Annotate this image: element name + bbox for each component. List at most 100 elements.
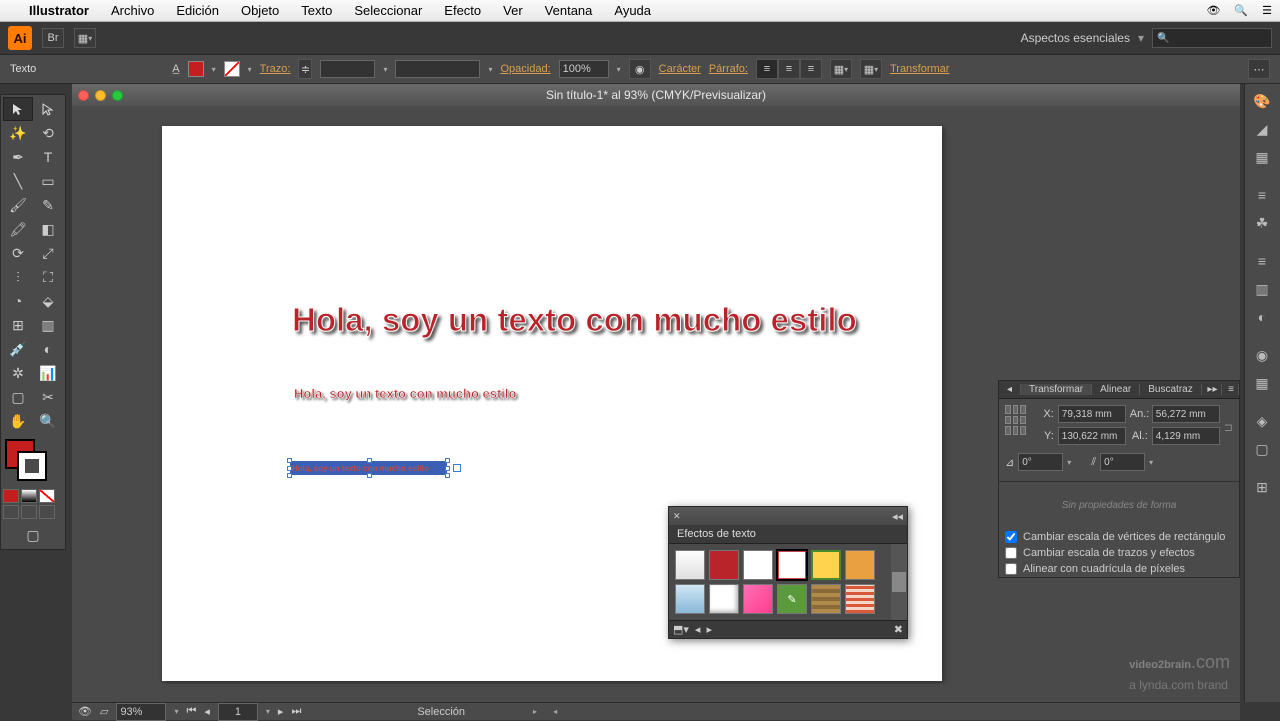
- stroke-panel-icon[interactable]: ≡: [1247, 248, 1277, 274]
- color-panel-icon[interactable]: 🎨: [1247, 88, 1277, 114]
- shape-builder-tool[interactable]: ◔: [3, 289, 33, 313]
- next-artboard-icon[interactable]: ▸: [278, 705, 284, 718]
- styled-text-medium[interactable]: Hola, soy un texto con mucho estilo: [294, 386, 516, 401]
- fill-dropdown-icon[interactable]: ▾: [212, 65, 216, 74]
- shear-input[interactable]: [1100, 453, 1145, 471]
- stroke-weight-input[interactable]: [320, 60, 375, 78]
- opacity-link[interactable]: Opacidad:: [500, 63, 550, 75]
- transform-each-button[interactable]: ▦▾: [860, 59, 882, 79]
- height-input[interactable]: [1152, 427, 1220, 445]
- gradient-panel-icon[interactable]: ▥: [1247, 276, 1277, 302]
- selection-handle[interactable]: [445, 458, 450, 463]
- align-left-button[interactable]: ≡: [756, 59, 778, 79]
- prev-artboard-icon[interactable]: ◂: [204, 705, 210, 718]
- char-styles-icon[interactable]: A̲: [172, 63, 179, 75]
- style-swatch[interactable]: [675, 550, 705, 580]
- tab-arrow-icon[interactable]: ◂: [999, 384, 1021, 395]
- align-to-button[interactable]: ▦▾: [830, 59, 852, 79]
- style-swatch[interactable]: [811, 550, 841, 580]
- paintbrush-tool[interactable]: 🖌: [3, 193, 33, 217]
- rotate-tool[interactable]: ⟳: [3, 241, 33, 265]
- zoom-input[interactable]: [116, 703, 166, 721]
- eyedropper-tool[interactable]: 💉: [3, 337, 33, 361]
- color-mode-button[interactable]: [3, 489, 19, 503]
- close-window-button[interactable]: [78, 90, 89, 101]
- align-right-button[interactable]: ≡: [800, 59, 822, 79]
- none-mode-button[interactable]: [39, 489, 55, 503]
- x-input[interactable]: [1058, 405, 1126, 423]
- style-swatch[interactable]: ✎: [777, 584, 807, 614]
- draw-inside-button[interactable]: [39, 505, 55, 519]
- arrange-docs-button[interactable]: ▦▾: [74, 28, 96, 48]
- layers-panel-icon[interactable]: ◈: [1247, 408, 1277, 434]
- scroll-left-icon[interactable]: ◂: [553, 707, 557, 716]
- pen-tool[interactable]: ✒: [3, 145, 33, 169]
- workspace-label[interactable]: Aspectos esenciales: [1021, 31, 1130, 45]
- zoom-tool[interactable]: 🔍: [33, 409, 63, 433]
- stroke-weight-stepper[interactable]: ≑: [298, 59, 312, 79]
- menu-app[interactable]: Illustrator: [18, 3, 100, 18]
- width-input[interactable]: [1152, 405, 1220, 423]
- selection-handle[interactable]: [287, 466, 292, 471]
- appearance-panel-icon[interactable]: ◉: [1247, 342, 1277, 368]
- width-tool[interactable]: ⫶: [3, 265, 33, 289]
- fill-swatch[interactable]: [188, 61, 204, 77]
- graph-tool[interactable]: 📊: [33, 361, 63, 385]
- menu-ventana[interactable]: Ventana: [534, 3, 604, 18]
- artboards-panel-icon[interactable]: ▢: [1247, 436, 1277, 462]
- symbols-panel-icon[interactable]: ☘: [1247, 210, 1277, 236]
- last-artboard-icon[interactable]: ⏭: [291, 705, 301, 718]
- panel-collapse-icon[interactable]: ◂◂: [892, 510, 903, 523]
- stroke-swatch[interactable]: [224, 61, 240, 77]
- selection-handle[interactable]: [287, 473, 292, 478]
- rectangle-tool[interactable]: ▭: [33, 169, 63, 193]
- hand-tool[interactable]: ✋: [3, 409, 33, 433]
- selected-text-object[interactable]: Hola, soy un texto con mucho estilo: [290, 461, 447, 475]
- panel-menu-button[interactable]: ⋯: [1248, 59, 1270, 79]
- panel-close-icon[interactable]: ✕: [673, 511, 681, 522]
- scale-tool[interactable]: ⤢: [33, 241, 63, 265]
- opacity-input[interactable]: [559, 60, 609, 78]
- swatches-panel-icon[interactable]: ▦: [1247, 144, 1277, 170]
- library-menu-icon[interactable]: ⬒▾: [673, 623, 689, 636]
- search-input[interactable]: 🔍: [1152, 28, 1272, 48]
- y-input[interactable]: [1058, 427, 1126, 445]
- style-swatch[interactable]: [743, 584, 773, 614]
- caracter-link[interactable]: Carácter: [659, 63, 701, 75]
- menu-seleccionar[interactable]: Seleccionar: [343, 3, 433, 18]
- menu-archivo[interactable]: Archivo: [100, 3, 165, 18]
- minimize-window-button[interactable]: [95, 90, 106, 101]
- transparency-panel-icon[interactable]: ◐: [1247, 304, 1277, 330]
- pixel-align-checkbox[interactable]: [1005, 563, 1017, 575]
- transformar-link[interactable]: Transformar: [890, 63, 950, 75]
- panel-scrollbar[interactable]: [891, 544, 907, 620]
- mesh-tool[interactable]: ⊞: [3, 313, 33, 337]
- rotate-input[interactable]: [1018, 453, 1063, 471]
- gpu-icon[interactable]: 👁: [78, 705, 92, 718]
- transform-panel-icon[interactable]: ⊞: [1247, 474, 1277, 500]
- artboard-tool[interactable]: ▢: [3, 385, 33, 409]
- draw-behind-button[interactable]: [21, 505, 37, 519]
- line-tool[interactable]: ╲: [3, 169, 33, 193]
- tab-buscatraz[interactable]: Buscatraz: [1140, 384, 1201, 395]
- gradient-mode-button[interactable]: [21, 489, 37, 503]
- status-menu-icon[interactable]: ▸: [533, 707, 537, 716]
- graphic-styles-panel-icon[interactable]: ▦: [1247, 370, 1277, 396]
- artboard-input[interactable]: [218, 703, 258, 721]
- stroke-indicator[interactable]: [17, 451, 47, 481]
- constrain-proportions-icon[interactable]: ⊐: [1224, 421, 1233, 434]
- gradient-tool[interactable]: ▥: [33, 313, 63, 337]
- perspective-tool[interactable]: ⬙: [33, 289, 63, 313]
- next-style-icon[interactable]: ▸: [706, 623, 712, 636]
- blob-brush-tool[interactable]: 🖍: [3, 217, 33, 241]
- magic-wand-tool[interactable]: ✨: [3, 121, 33, 145]
- parrafo-link[interactable]: Párrafo:: [709, 63, 748, 75]
- free-transform-tool[interactable]: ⛶: [33, 265, 63, 289]
- fill-stroke-indicator[interactable]: [3, 437, 63, 487]
- blend-tool[interactable]: ◐: [33, 337, 63, 361]
- reference-point-grid[interactable]: [1005, 405, 1026, 435]
- panel-expand-icon[interactable]: ▸▸: [1203, 384, 1222, 395]
- style-swatch[interactable]: [811, 584, 841, 614]
- align-center-button[interactable]: ≡: [778, 59, 800, 79]
- chevron-down-icon[interactable]: ▾: [1138, 31, 1144, 45]
